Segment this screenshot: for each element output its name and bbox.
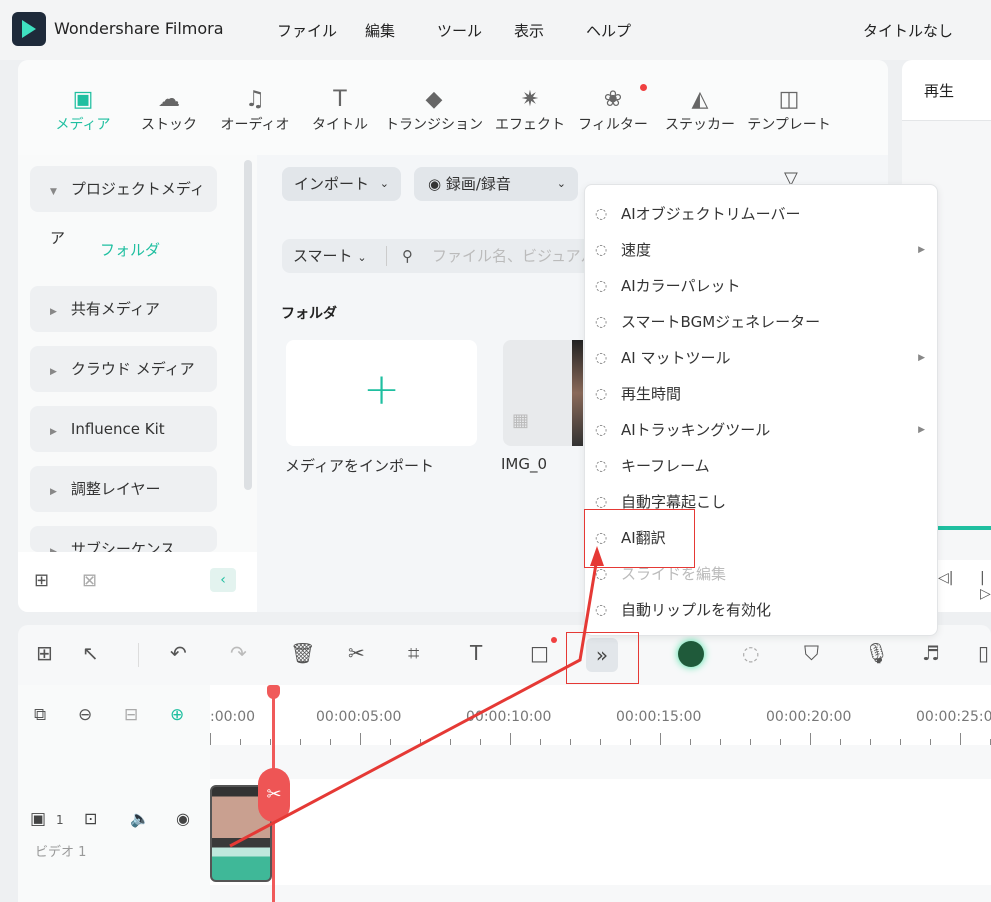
annotation-arrow — [229, 546, 604, 848]
